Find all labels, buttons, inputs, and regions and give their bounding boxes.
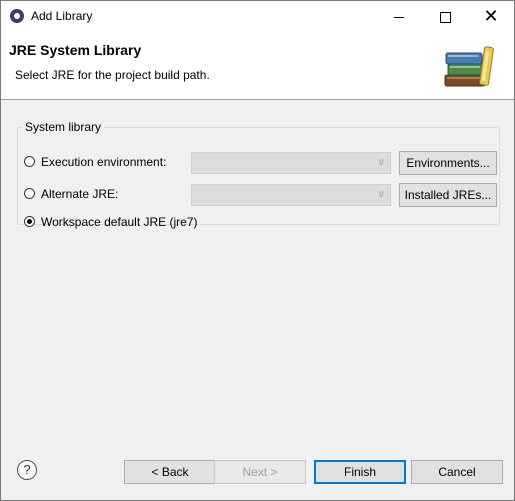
workspace-default-radio[interactable] [24,216,35,227]
execution-environment-radio[interactable] [24,156,35,167]
page-description: Select JRE for the project build path. [15,68,210,82]
group-legend: System library [25,120,102,134]
cancel-button[interactable]: Cancel [411,460,503,484]
next-button[interactable]: Next > [214,460,306,484]
execution-environment-label[interactable]: Execution environment: [41,155,166,169]
minimize-button[interactable] [376,1,422,31]
back-button[interactable]: < Back [124,460,216,484]
wizard-footer: ? < Back Next > Finish Cancel [1,441,514,500]
finish-button[interactable]: Finish [314,460,406,484]
environments-button[interactable]: Environments... [399,151,497,175]
chevron-down-icon: ∨ [377,189,385,200]
chevron-down-icon: ∨ [377,157,385,168]
books-icon [444,46,494,87]
maximize-button[interactable] [422,1,468,31]
alternate-jre-label[interactable]: Alternate JRE: [41,187,118,201]
alternate-jre-radio[interactable] [24,188,35,199]
close-button[interactable]: ✕ [468,1,514,31]
window-title: Add Library [31,9,93,23]
title-bar: Add Library ✕ [1,1,514,31]
page-title: JRE System Library [9,42,142,58]
execution-environment-combo: ∨ [191,152,391,174]
help-icon[interactable]: ? [17,460,37,480]
add-library-dialog: Add Library ✕ JRE System Library Select … [0,0,515,501]
wizard-header: JRE System Library Select JRE for the pr… [1,31,514,100]
maximize-icon [439,11,451,23]
workspace-default-label[interactable]: Workspace default JRE (jre7) [41,215,198,229]
wizard-content: System library Execution environment: ∨ … [1,100,514,440]
installed-jres-button[interactable]: Installed JREs... [399,183,497,207]
minimize-icon [394,16,404,18]
alternate-jre-combo: ∨ [191,184,391,206]
system-library-group: System library Execution environment: ∨ … [17,120,500,229]
app-icon [10,9,24,23]
close-icon: ✕ [483,6,499,26]
